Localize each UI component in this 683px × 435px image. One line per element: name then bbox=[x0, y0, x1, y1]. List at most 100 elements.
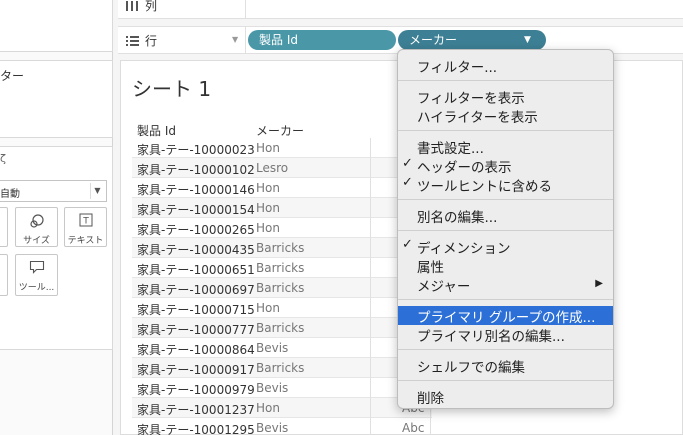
cell-product-id: 家具-テー-10000146 bbox=[137, 183, 255, 197]
cell-product-id: 家具-テー-10000651 bbox=[137, 263, 255, 277]
cell-product-id: 家具-テー-10000715 bbox=[137, 303, 255, 317]
menu-item-edit-alias[interactable]: 別名の編集... bbox=[398, 206, 613, 226]
menu-item-show-highlighter[interactable]: ハイライターを表示 bbox=[398, 106, 613, 126]
cell-product-id: 家具-テー-10000435 bbox=[137, 243, 255, 257]
menu-item-label: ハイライターを表示 bbox=[417, 110, 538, 126]
cell-product-id: 家具-テー-10000777 bbox=[137, 323, 255, 337]
cell-maker: Bevis bbox=[256, 341, 289, 355]
menu-item-show-filter[interactable]: フィルターを表示 bbox=[398, 87, 613, 107]
cell-maker: Barricks bbox=[256, 261, 305, 275]
tooltip-button[interactable]: ツール... bbox=[15, 254, 58, 296]
cell-maker: Hon bbox=[256, 301, 280, 315]
cell-product-id: 家具-テー-10000023 bbox=[137, 143, 255, 157]
size-button-label: サイズ bbox=[23, 236, 50, 246]
cell-maker: Hon bbox=[256, 181, 280, 195]
header-product-id[interactable]: 製品 Id bbox=[137, 122, 176, 139]
header-maker[interactable]: メーカー bbox=[256, 122, 304, 139]
menu-item-label: 属性 bbox=[417, 260, 444, 276]
detail-button[interactable] bbox=[0, 254, 8, 296]
cell-maker: Hon bbox=[256, 401, 280, 415]
checkmark-icon: ✓ bbox=[402, 156, 413, 171]
filters-card-title: ター bbox=[0, 69, 25, 83]
table-row[interactable]: 家具-テー-10000917 Barricks bbox=[132, 358, 432, 378]
menu-item-label: フィルターを表示 bbox=[417, 91, 525, 107]
menu-item-label: 別名の編集... bbox=[417, 210, 498, 226]
pill-product-id-label: 製品 Id bbox=[259, 33, 298, 47]
rows-shelf-label: 行 bbox=[145, 34, 158, 48]
left-panel: ター ζ 自動 ▼ サイズ T テキスト ツール... bbox=[0, 0, 113, 435]
menu-separator bbox=[398, 299, 613, 300]
size-button[interactable] bbox=[0, 207, 8, 247]
marks-card-title: ζ bbox=[0, 152, 6, 165]
menu-separator bbox=[398, 380, 613, 381]
menu-item-show-header[interactable]: ✓ ヘッダーの表示 bbox=[398, 156, 613, 176]
cell-product-id: 家具-テー-10001295 bbox=[137, 423, 255, 435]
cell-product-id: 家具-テー-10000979 bbox=[137, 383, 255, 397]
columns-shelf[interactable] bbox=[118, 0, 683, 19]
menu-item-remove[interactable]: 削除 bbox=[398, 387, 613, 407]
menu-item-edit-in-shelf[interactable]: シェルフでの編集 bbox=[398, 356, 613, 376]
pill-maker[interactable]: メーカー ▼ bbox=[398, 30, 546, 50]
table-row[interactable]: 家具-テー-10000697 Barricks bbox=[132, 278, 432, 298]
cell-product-id: 家具-テー-10000917 bbox=[137, 363, 255, 377]
text-icon: T bbox=[65, 213, 106, 231]
menu-item-format[interactable]: 書式設定... bbox=[398, 137, 613, 157]
menu-item-label: ツールヒントに含める bbox=[417, 179, 552, 195]
cell-maker: Hon bbox=[256, 221, 280, 235]
columns-shelf-label: 列 bbox=[145, 0, 158, 13]
menu-item-label: フィルター... bbox=[417, 60, 498, 76]
table-row[interactable]: 家具-テー-10000715 Hon bbox=[132, 298, 432, 318]
column-divider bbox=[370, 138, 371, 435]
table-row[interactable]: 家具-テー-10000154 Hon bbox=[132, 198, 432, 218]
menu-item-attribute[interactable]: 属性 bbox=[398, 256, 613, 276]
menu-item-dimension[interactable]: ✓ ディメンション bbox=[398, 237, 613, 257]
cell-maker: Bevis bbox=[256, 421, 289, 435]
pill-product-id[interactable]: 製品 Id bbox=[248, 30, 396, 50]
table-row[interactable]: 家具-テー-10001295 Bevis Abc bbox=[132, 418, 432, 435]
rows-shelf-dropdown-icon[interactable]: ▼ bbox=[232, 35, 238, 44]
menu-separator bbox=[398, 230, 613, 231]
table-row[interactable]: 家具-テー-10000777 Barricks bbox=[132, 318, 432, 338]
table-row[interactable]: 家具-テー-10000023 Hon bbox=[132, 138, 432, 158]
tooltip-button-label: ツール... bbox=[18, 283, 55, 293]
menu-item-measure[interactable]: メジャー ▶ bbox=[398, 275, 613, 295]
tooltip-icon bbox=[16, 260, 57, 278]
pages-card bbox=[0, 0, 113, 52]
cell-maker: Barricks bbox=[256, 321, 305, 335]
checkmark-icon: ✓ bbox=[402, 175, 413, 190]
menu-separator bbox=[398, 130, 613, 131]
shelf-divider bbox=[245, 26, 246, 54]
menu-item-label: ヘッダーの表示 bbox=[417, 160, 512, 176]
cell-maker: Bevis bbox=[256, 381, 289, 395]
table-row[interactable]: 家具-テー-10000651 Barricks bbox=[132, 258, 432, 278]
table-row[interactable]: 家具-テー-10000864 Bevis bbox=[132, 338, 432, 358]
table-row[interactable]: 家具-テー-10000102 Lesro bbox=[132, 158, 432, 178]
menu-item-label: ディメンション bbox=[417, 241, 511, 257]
size-button[interactable]: サイズ bbox=[15, 207, 58, 247]
menu-item-label: プライマリ別名の編集... bbox=[417, 329, 565, 345]
menu-item-label: メジャー bbox=[417, 279, 471, 295]
table-row[interactable]: 家具-テー-10000265 Hon bbox=[132, 218, 432, 238]
table-row[interactable]: 家具-テー-10000146 Hon bbox=[132, 178, 432, 198]
menu-separator bbox=[398, 199, 613, 200]
menu-item-create-primary-group[interactable]: プライマリ グループの作成... bbox=[398, 306, 613, 326]
menu-separator bbox=[398, 349, 613, 350]
cell-product-id: 家具-テー-10000265 bbox=[137, 223, 255, 237]
table-row[interactable]: 家具-テー-10001237HonAbc bbox=[132, 398, 432, 418]
cell-product-id: 家具-テー-10001237 bbox=[137, 403, 255, 417]
cell-product-id: 家具-テー-10000697 bbox=[137, 283, 255, 297]
cell-maker: Hon bbox=[256, 201, 280, 215]
text-button[interactable]: T テキスト bbox=[64, 207, 107, 247]
table-row[interactable]: 家具-テー-10000435 Barricks bbox=[132, 238, 432, 258]
chevron-down-icon: ▼ bbox=[524, 35, 531, 45]
menu-item-label: プライマリ グループの作成... bbox=[417, 310, 596, 326]
menu-item-label: 書式設定... bbox=[417, 141, 484, 157]
mark-type-value: 自動 bbox=[0, 189, 20, 200]
context-menu: フィルター... フィルターを表示 ハイライターを表示 書式設定... ✓ ヘッダーの表示… bbox=[397, 49, 614, 409]
table-row[interactable]: 家具-テー-10000979 Bevis bbox=[132, 378, 432, 398]
mark-type-dropdown[interactable]: 自動 ▼ bbox=[0, 180, 107, 202]
menu-item-filter[interactable]: フィルター... bbox=[398, 56, 613, 76]
menu-item-include-tooltip[interactable]: ✓ ツールヒントに含める bbox=[398, 175, 613, 195]
menu-item-edit-primary-alias[interactable]: プライマリ別名の編集... bbox=[398, 325, 613, 345]
menu-item-label: シェルフでの編集 bbox=[417, 360, 525, 376]
